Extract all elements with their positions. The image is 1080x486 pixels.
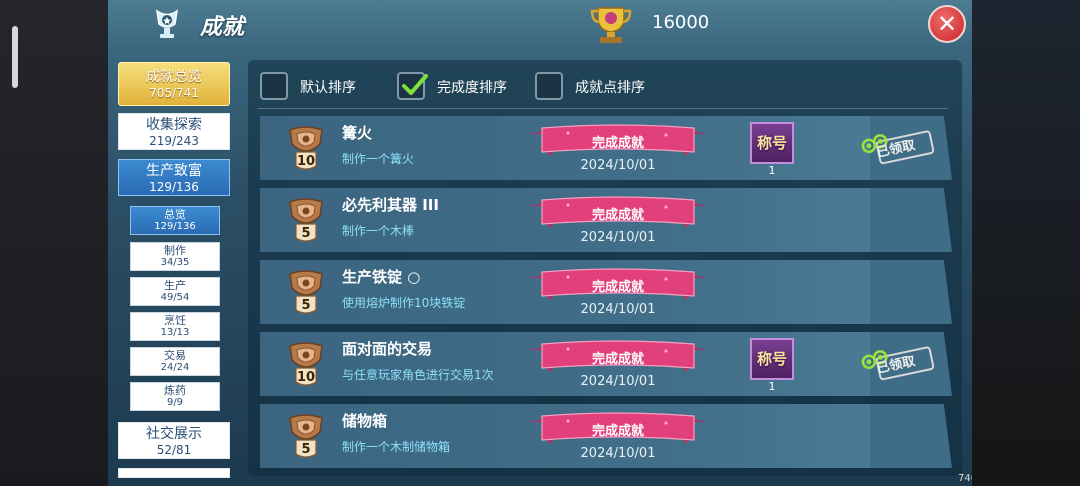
achievement-row[interactable]: 10 篝火 制作一个篝火 完成成就 2024/10/01 称号 1 <box>260 116 870 180</box>
subnav-cooking[interactable]: 烹饪 13/13 <box>130 312 220 341</box>
reward-count: 1 <box>768 164 776 177</box>
nav-collect-explore[interactable]: 收集探索 219/243 <box>118 113 230 150</box>
achievement-desc: 使用熔炉制作10块铁锭 <box>342 296 466 310</box>
status-text: 完成成就 <box>591 136 644 151</box>
left-bezel <box>0 0 108 486</box>
status-text: 完成成就 <box>591 352 644 367</box>
check-icon <box>402 74 428 95</box>
completion-date: 2024/10/01 <box>580 302 656 317</box>
completion-date: 2024/10/01 <box>580 230 656 245</box>
drag-handle[interactable] <box>12 26 18 88</box>
achievement-row[interactable]: 5 必先利其器 III 制作一个木棒 完成成就 2024/10/01 <box>260 188 870 252</box>
achievement-points: 16000 <box>652 12 710 33</box>
trophy-icon <box>590 7 632 43</box>
status-text: 完成成就 <box>591 280 644 295</box>
subnav-craft[interactable]: 制作 34/35 <box>130 242 220 271</box>
achievement-desc: 制作一个篝火 <box>342 152 415 166</box>
subnav-overview[interactable]: 总览 129/136 <box>130 206 220 235</box>
achievement-row[interactable]: 5 生产铁锭 ○ 使用熔炉制作10块铁锭 完成成就 2024/10/01 <box>260 260 870 324</box>
nav-production[interactable]: 生产致富 129/136 <box>118 159 230 196</box>
achievement-desc: 与任意玩家角色进行交易1次 <box>342 368 494 382</box>
achievement-name: 篝火 <box>342 124 373 142</box>
right-bezel <box>972 0 1080 486</box>
reward-count: 1 <box>768 380 776 393</box>
medal-icon <box>155 9 179 38</box>
achievement-name: 面对面的交易 <box>342 340 433 358</box>
row-tail <box>870 116 952 180</box>
achievement-name: 生产铁锭 ○ <box>342 268 421 286</box>
subnav-produce[interactable]: 生产 49/54 <box>130 277 220 306</box>
nav-overview[interactable]: 成就总览 705/741 <box>118 62 230 106</box>
title-reward-label: 称号 <box>756 134 787 152</box>
achievement-name: 储物箱 <box>342 412 388 430</box>
title-reward-label: 称号 <box>756 350 787 368</box>
achievement-name: 必先利其器 III <box>342 196 439 214</box>
sort-default-checkbox[interactable] <box>260 72 288 100</box>
close-button[interactable]: ✕ <box>928 5 966 43</box>
title-reward[interactable]: 称号 <box>750 122 794 164</box>
completion-date: 2024/10/01 <box>580 374 656 389</box>
nav-more[interactable] <box>118 468 230 478</box>
version-label: 740300000005 <box>958 473 972 484</box>
row-tail <box>870 260 952 324</box>
achievement-row[interactable]: 5 储物箱 制作一个木制储物箱 完成成就 2024/10/01 <box>260 404 870 468</box>
achievement-panel: 成就 16000 ✕ 成就总览 705/741 收集探索 219/243 生产致… <box>108 0 972 486</box>
divider <box>258 108 948 109</box>
page-title: 成就 <box>200 15 245 40</box>
nav-social[interactable]: 社交展示 52/81 <box>118 422 230 459</box>
completion-date: 2024/10/01 <box>580 158 656 173</box>
row-tail <box>870 404 952 468</box>
achievement-list-panel: 默认排序 完成度排序 成就点排序 10 篝火 制作一个篝火 完成成就 2024/… <box>248 60 962 476</box>
subnav-trade[interactable]: 交易 24/24 <box>130 347 220 376</box>
title-reward[interactable]: 称号 <box>750 338 794 380</box>
achievement-point-value: 5 <box>301 298 311 313</box>
close-icon: ✕ <box>936 10 958 38</box>
status-text: 完成成就 <box>591 424 644 439</box>
sort-completion-checkbox[interactable] <box>397 72 428 100</box>
row-tail <box>870 332 952 396</box>
status-text: 完成成就 <box>591 208 644 223</box>
achievement-row[interactable]: 10 面对面的交易 与任意玩家角色进行交易1次 完成成就 2024/10/01 … <box>260 332 870 396</box>
row-tail <box>870 188 952 252</box>
achievement-desc: 制作一个木棒 <box>342 224 415 238</box>
top-bar: 成就 16000 ✕ <box>108 0 972 50</box>
completion-date: 2024/10/01 <box>580 446 656 461</box>
achievement-desc: 制作一个木制储物箱 <box>342 440 451 454</box>
achievement-point-value: 10 <box>296 154 316 169</box>
sort-points-checkbox[interactable] <box>535 72 563 100</box>
achievement-point-value: 5 <box>301 442 311 457</box>
subnav-alchemy[interactable]: 炼药 9/9 <box>130 382 220 411</box>
achievement-point-value: 10 <box>296 370 316 385</box>
achievement-point-value: 5 <box>301 226 311 241</box>
